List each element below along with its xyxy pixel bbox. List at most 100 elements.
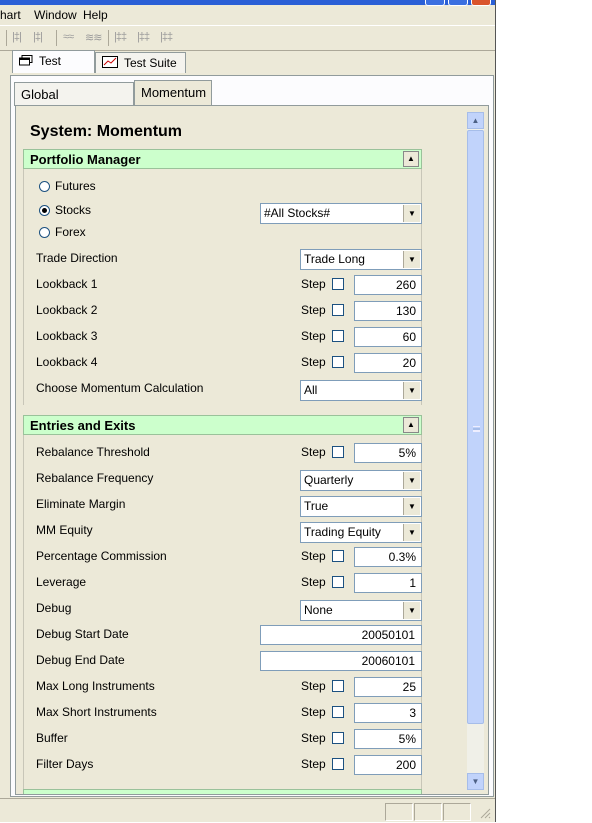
portfolio-manager-header[interactable]: Portfolio Manager ▲ <box>23 149 422 169</box>
debug-end-date-input[interactable]: 20060101 <box>260 651 422 671</box>
candle-chart-icon[interactable]: |‡| <box>33 31 43 43</box>
momentum-calculation-select[interactable]: All ▼ <box>300 380 422 401</box>
debug-start-date-input[interactable]: 20050101 <box>260 625 422 645</box>
entries-exits-header[interactable]: Entries and Exits ▲ <box>23 415 422 435</box>
dropdown-arrow-icon[interactable]: ▼ <box>403 251 420 268</box>
mm-equity-select[interactable]: Trading Equity ▼ <box>300 522 422 543</box>
filter-days-label: Filter Days <box>36 757 94 771</box>
parameters-content: System: Momentum Portfolio Manager ▲ Fut… <box>18 109 466 794</box>
system-title: System: Momentum <box>30 123 183 140</box>
tab-global-parameters[interactable]: Global Parameters <box>14 82 134 126</box>
percentage-commission-input[interactable]: 0.3% <box>354 547 422 567</box>
max-short-instruments-input[interactable]: 3 <box>354 703 422 723</box>
mm-equity-label: MM Equity <box>36 523 93 537</box>
menu-window[interactable]: Window <box>34 8 77 22</box>
futures-radio[interactable] <box>39 181 50 192</box>
debug-select[interactable]: None ▼ <box>300 600 422 621</box>
lookback-4-step-checkbox[interactable] <box>332 356 344 368</box>
tab-test-suite-1[interactable]: Test Suite 1 <box>95 52 186 91</box>
max-long-instruments-step-checkbox[interactable] <box>332 680 344 692</box>
debug-end-date-label: Debug End Date <box>36 653 125 667</box>
step-label: Step <box>301 445 326 459</box>
indicator-icon[interactable]: |‡‡ <box>114 31 127 43</box>
lookback-4-label: Lookback 4 <box>36 355 98 369</box>
status-cell <box>443 803 471 821</box>
dropdown-arrow-icon[interactable]: ▼ <box>403 602 420 619</box>
select-value: Trading Equity <box>304 525 381 539</box>
lookback-2-input[interactable]: 130 <box>354 301 422 321</box>
resize-grip-icon[interactable] <box>479 807 491 819</box>
scroll-thumb[interactable] <box>467 130 484 724</box>
next-section-header[interactable] <box>23 789 422 794</box>
vertical-scrollbar[interactable]: ▲ ▼ <box>467 112 484 790</box>
select-value: True <box>304 499 329 513</box>
collapse-up-icon[interactable]: ▲ <box>403 151 419 167</box>
lookback-1-input[interactable]: 260 <box>354 275 422 295</box>
tab-momentum[interactable]: Momentum <box>134 80 212 106</box>
wave-alt-icon[interactable]: ≋≋ <box>85 31 102 44</box>
max-long-instruments-input[interactable]: 25 <box>354 677 422 697</box>
rebalance-frequency-select[interactable]: Quarterly ▼ <box>300 470 422 491</box>
status-cell <box>414 803 442 821</box>
tab-test-suite[interactable]: Test Suite <box>12 50 95 89</box>
lookback-2-step-checkbox[interactable] <box>332 304 344 316</box>
forex-radio[interactable] <box>39 227 50 238</box>
wave-icon[interactable]: ≈≈ <box>63 31 74 43</box>
lookback-3-input[interactable]: 60 <box>354 327 422 347</box>
debug-start-date-label: Debug Start Date <box>36 627 129 641</box>
buffer-step-checkbox[interactable] <box>332 732 344 744</box>
rebalance-threshold-input[interactable]: 5% <box>354 443 422 463</box>
chart-icon <box>102 54 118 74</box>
leverage-input[interactable]: 1 <box>354 573 422 593</box>
stocks-list-select[interactable]: #All Stocks# ▼ <box>260 203 422 224</box>
collapse-up-icon[interactable]: ▲ <box>403 417 419 433</box>
stocks-radio[interactable] <box>39 205 50 216</box>
menu-chart[interactable]: hart <box>0 8 21 22</box>
dropdown-arrow-icon[interactable]: ▼ <box>403 524 420 541</box>
indicator-alt-icon[interactable]: |‡‡ <box>137 31 150 43</box>
forex-label: Forex <box>55 225 86 239</box>
max-short-instruments-step-checkbox[interactable] <box>332 706 344 718</box>
max-long-instruments-label: Max Long Instruments <box>36 679 155 693</box>
lookback-3-step-checkbox[interactable] <box>332 330 344 342</box>
menu-help[interactable]: Help <box>83 8 108 22</box>
lookback-1-step-checkbox[interactable] <box>332 278 344 290</box>
eliminate-margin-select[interactable]: True ▼ <box>300 496 422 517</box>
application-window: hart Window Help |‡| |‡| ≈≈ ≋≋ |‡‡ |‡‡ |… <box>0 0 496 822</box>
select-value: All <box>304 383 318 397</box>
toolbar: |‡| |‡| ≈≈ ≋≋ |‡‡ |‡‡ |‡‡ <box>0 26 495 51</box>
scroll-up-icon[interactable]: ▲ <box>467 112 484 129</box>
buffer-input[interactable]: 5% <box>354 729 422 749</box>
indicator-extra-icon[interactable]: |‡‡ <box>160 31 173 43</box>
scroll-down-icon[interactable]: ▼ <box>467 773 484 790</box>
section-title: Entries and Exits <box>30 418 136 433</box>
step-label: Step <box>301 575 326 589</box>
select-value: Trade Long <box>304 252 365 266</box>
step-label: Step <box>301 757 326 771</box>
step-label: Step <box>301 303 326 317</box>
toolbar-separator <box>108 30 109 46</box>
eliminate-margin-label: Eliminate Margin <box>36 497 126 511</box>
lookback-2-label: Lookback 2 <box>36 303 98 317</box>
dropdown-arrow-icon[interactable]: ▼ <box>403 498 420 515</box>
percentage-commission-step-checkbox[interactable] <box>332 550 344 562</box>
filter-days-input[interactable]: 200 <box>354 755 422 775</box>
futures-label: Futures <box>55 179 96 193</box>
trade-direction-select[interactable]: Trade Long ▼ <box>300 249 422 270</box>
bar-chart-icon[interactable]: |‡| <box>12 31 22 43</box>
step-label: Step <box>301 731 326 745</box>
dropdown-arrow-icon[interactable]: ▼ <box>403 382 420 399</box>
leverage-step-checkbox[interactable] <box>332 576 344 588</box>
step-label: Step <box>301 277 326 291</box>
max-short-instruments-label: Max Short Instruments <box>36 705 157 719</box>
toolbar-separator <box>56 30 57 46</box>
trade-direction-label: Trade Direction <box>36 251 118 265</box>
rebalance-threshold-step-checkbox[interactable] <box>332 446 344 458</box>
step-label: Step <box>301 549 326 563</box>
filter-days-step-checkbox[interactable] <box>332 758 344 770</box>
step-label: Step <box>301 705 326 719</box>
dropdown-arrow-icon[interactable]: ▼ <box>403 205 420 222</box>
debug-label: Debug <box>36 601 72 615</box>
lookback-4-input[interactable]: 20 <box>354 353 422 373</box>
dropdown-arrow-icon[interactable]: ▼ <box>403 472 420 489</box>
